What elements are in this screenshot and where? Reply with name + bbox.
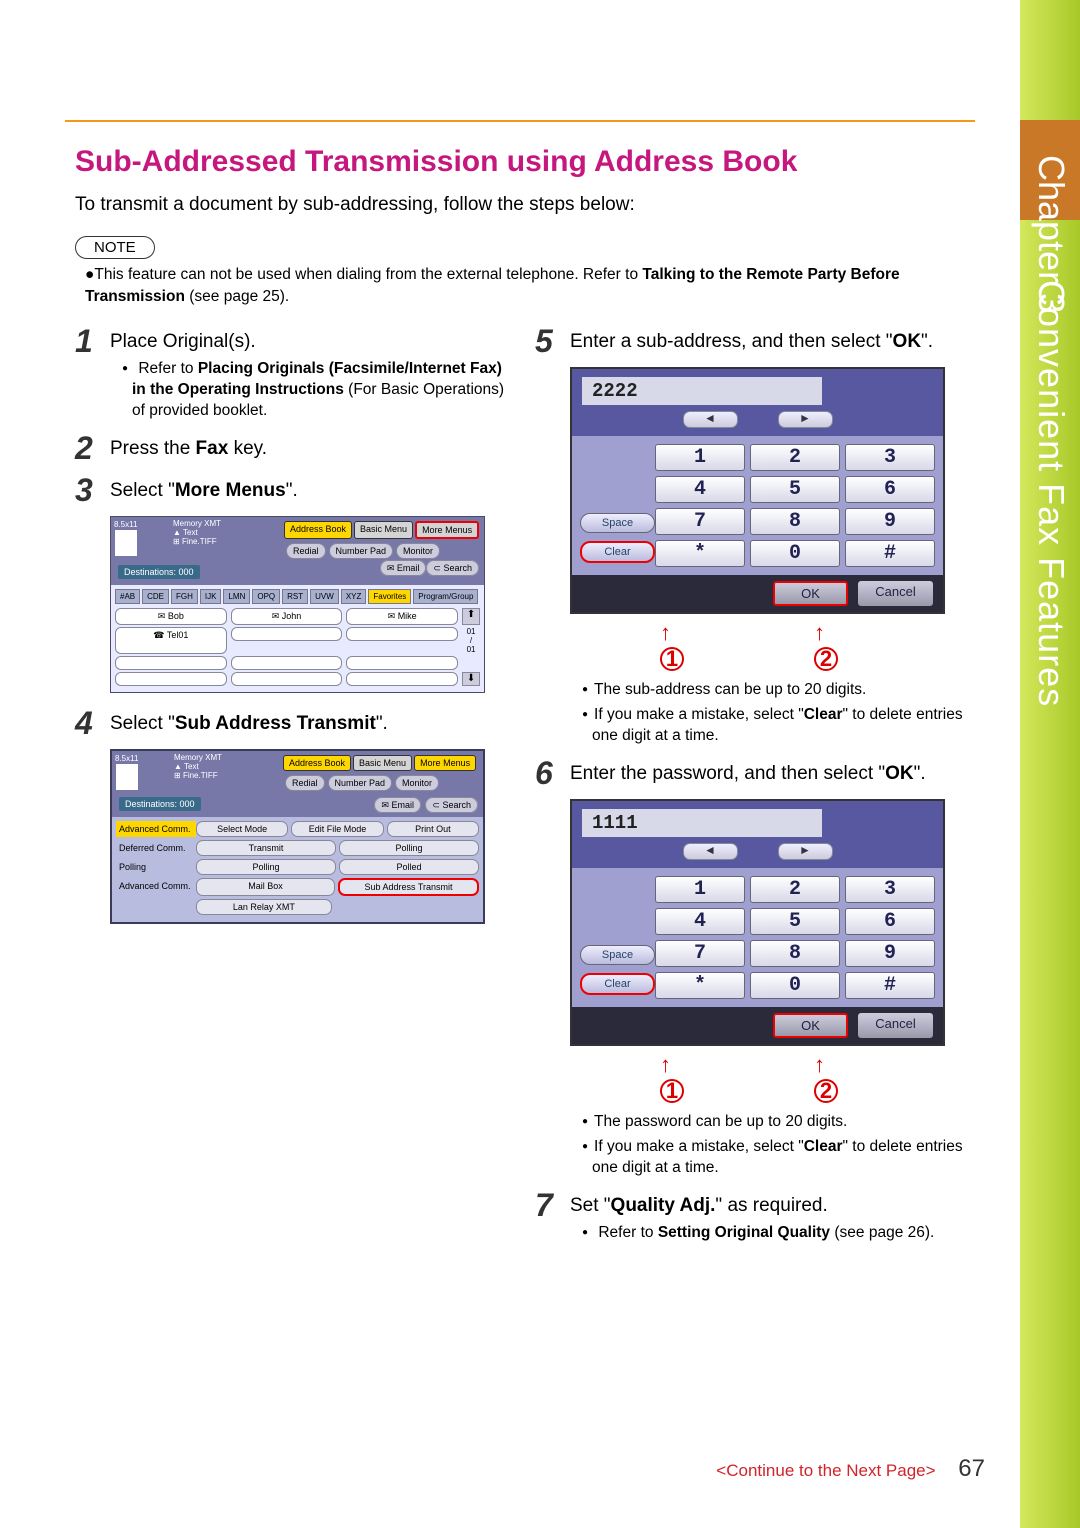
contact-bob[interactable]: ✉ Bob bbox=[115, 608, 227, 625]
sub-address-transmit-button[interactable]: Sub Address Transmit bbox=[338, 878, 479, 896]
password-display: 1111 bbox=[582, 809, 822, 837]
step-6-note-1: The password can be up to 20 digits. bbox=[582, 1112, 970, 1133]
key-1[interactable]: 1 bbox=[655, 444, 745, 471]
step-4-text: Select "Sub Address Transmit". bbox=[110, 707, 510, 739]
intro-text: To transmit a document by sub-addressing… bbox=[75, 194, 975, 216]
key-3[interactable]: 3 bbox=[845, 444, 935, 471]
key-2[interactable]: 2 bbox=[750, 444, 840, 471]
key-4[interactable]: 4 bbox=[655, 476, 745, 503]
cancel-button[interactable]: Cancel bbox=[858, 581, 933, 606]
contact-john[interactable]: ✉ John bbox=[231, 608, 343, 625]
key-5[interactable]: 5 bbox=[750, 476, 840, 503]
number-pad-button[interactable]: Number Pad bbox=[329, 543, 394, 559]
step-number-1: 1 bbox=[75, 325, 110, 421]
note-body: ●This feature can not be used when diali… bbox=[85, 264, 975, 307]
step-6-note-2: If you make a mistake, select "Clear" to… bbox=[582, 1137, 970, 1179]
subaddress-display: 2222 bbox=[582, 377, 822, 405]
step-6-text: Enter the password, and then select "OK"… bbox=[570, 757, 970, 789]
key-9[interactable]: 9 bbox=[845, 508, 935, 535]
step-5-note-2: If you make a mistake, select "Clear" to… bbox=[582, 705, 970, 747]
key-star[interactable]: * bbox=[655, 540, 745, 567]
screenshot-keypad-subaddress: 2222 ◄ ► Space Clear 1 2 bbox=[570, 367, 945, 614]
key-7[interactable]: 7 bbox=[655, 508, 745, 535]
step-number-3: 3 bbox=[75, 474, 110, 506]
callout-2: 2 bbox=[814, 647, 838, 671]
contact-mike[interactable]: ✉ Mike bbox=[346, 608, 458, 625]
continue-text: <Continue to the Next Page> bbox=[716, 1461, 935, 1480]
more-menus-selected[interactable]: More Menus bbox=[414, 755, 476, 771]
step-7-text: Set "Quality Adj." as required. Refer to… bbox=[570, 1189, 970, 1244]
email-button[interactable]: ✉ Email bbox=[380, 560, 427, 576]
step-1-text: Place Original(s). bbox=[110, 331, 256, 352]
step-number-7: 7 bbox=[535, 1189, 570, 1244]
step-5-note-1: The sub-address can be up to 20 digits. bbox=[582, 680, 970, 701]
tab-more-menus[interactable]: More Menus bbox=[415, 521, 479, 539]
tab-address-book[interactable]: Address Book bbox=[284, 521, 352, 539]
callout-1: 1 bbox=[660, 647, 684, 671]
step-3-text: Select "More Menus". bbox=[110, 474, 510, 506]
step-number-4: 4 bbox=[75, 707, 110, 739]
step-5-text: Enter a sub-address, and then select "OK… bbox=[570, 325, 970, 357]
search-button[interactable]: ⊂ Search bbox=[426, 560, 479, 576]
step-number-5: 5 bbox=[535, 325, 570, 357]
screenshot-keypad-password: 1111 ◄ ► Space Clear 1 2 bbox=[570, 799, 945, 1046]
step-7-sub: Refer to Setting Original Quality (see p… bbox=[582, 1223, 970, 1244]
favorites-button[interactable]: Favorites bbox=[368, 589, 411, 604]
monitor-button[interactable]: Monitor bbox=[396, 543, 440, 559]
key-hash[interactable]: # bbox=[845, 540, 935, 567]
scroll-up[interactable]: ⬆ bbox=[462, 608, 480, 625]
step-number-6: 6 bbox=[535, 757, 570, 789]
step-number-2: 2 bbox=[75, 432, 110, 464]
step-2-text: Press the Fax key. bbox=[110, 432, 510, 464]
page-heading: Sub-Addressed Transmission using Address… bbox=[75, 145, 975, 179]
header-rule bbox=[65, 120, 975, 122]
key-8[interactable]: 8 bbox=[750, 508, 840, 535]
page-number: 67 bbox=[958, 1455, 985, 1482]
clear-button[interactable]: Clear bbox=[580, 541, 655, 563]
screenshot-sub-address: 8.5x11 Memory XMT ▲ Text ⊞ Fine.TIFF Add bbox=[110, 749, 485, 924]
destinations-label: Destinations: 000 bbox=[118, 565, 200, 579]
space-button[interactable]: Space bbox=[580, 513, 655, 533]
ok-button[interactable]: OK bbox=[773, 581, 848, 606]
screenshot-more-menus: 8.5x11 Memory XMT ▲ Text ⊞ Fine.TIFF Add bbox=[110, 516, 485, 693]
nav-left[interactable]: ◄ bbox=[683, 411, 738, 428]
contact-tel01[interactable]: ☎ Tel01 bbox=[115, 627, 227, 654]
chapter-title: Convenient Fax Features bbox=[1030, 280, 1072, 707]
key-6[interactable]: 6 bbox=[845, 476, 935, 503]
scroll-down[interactable]: ⬇ bbox=[462, 672, 480, 686]
key-0[interactable]: 0 bbox=[750, 540, 840, 567]
step-1-sub: Refer to Placing Originals (Facsimile/In… bbox=[122, 359, 510, 422]
redial-button[interactable]: Redial bbox=[286, 543, 326, 559]
tab-basic-menu[interactable]: Basic Menu bbox=[354, 521, 413, 539]
nav-right[interactable]: ► bbox=[778, 411, 833, 428]
note-label: NOTE bbox=[75, 236, 155, 259]
